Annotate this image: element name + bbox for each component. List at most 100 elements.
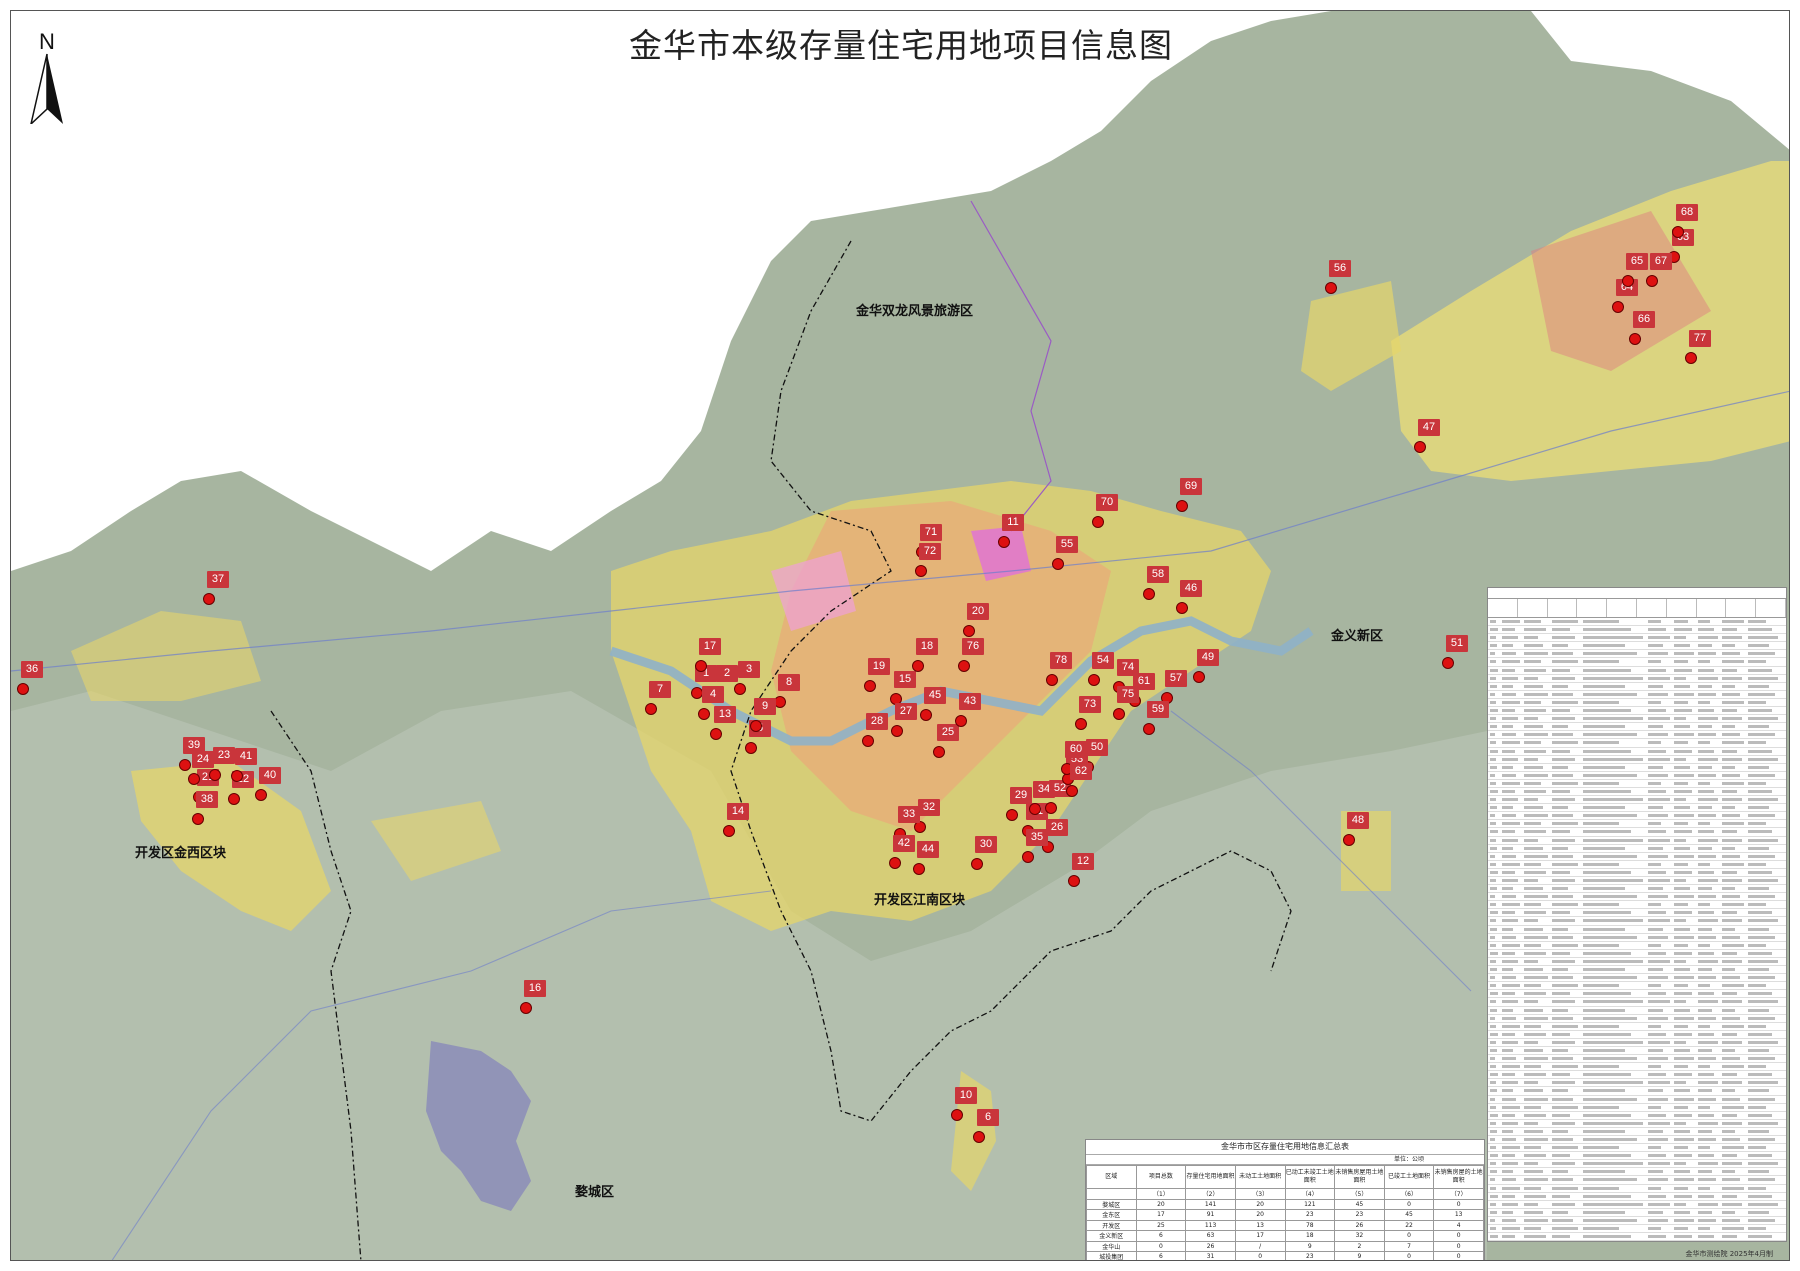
project-marker-label: 35: [1026, 829, 1048, 846]
location-pin-icon: [951, 1109, 963, 1121]
summary-header-cell: 未销售房屋的土地面积: [1433, 1165, 1484, 1189]
detail-row: [1488, 990, 1786, 999]
location-pin-icon: [1075, 718, 1087, 730]
district-label-jinxi: 开发区金西区块: [135, 846, 227, 861]
detail-row: [1488, 1112, 1786, 1120]
summary-cell: 6: [1135, 1230, 1187, 1242]
detail-row: [1488, 804, 1786, 813]
summary-cell: 17: [1234, 1230, 1286, 1242]
detail-row: [1488, 942, 1786, 950]
location-pin-icon: [1143, 723, 1155, 735]
detail-row: [1488, 1152, 1786, 1161]
project-marker-label: 29: [1010, 787, 1032, 804]
project-marker-label: 51: [1446, 635, 1468, 652]
detail-row: [1488, 1193, 1786, 1201]
summary-header-cell: 项目总数: [1135, 1165, 1187, 1189]
location-pin-icon: [228, 793, 240, 805]
project-marker-label: 71: [920, 524, 942, 541]
summary-cell: 20: [1234, 1198, 1286, 1210]
detail-row: [1488, 1168, 1786, 1177]
summary-code-cell: [1086, 1188, 1137, 1200]
project-marker-label: 75: [1117, 686, 1139, 703]
summary-cell: 45: [1383, 1209, 1435, 1221]
detail-row: [1488, 837, 1786, 845]
project-marker-label: 33: [898, 806, 920, 823]
detail-row: [1488, 1160, 1786, 1169]
summary-cell: 63: [1185, 1230, 1236, 1242]
detail-row: [1488, 1201, 1786, 1209]
project-marker-label: 40: [259, 767, 281, 784]
detail-row: [1488, 1225, 1786, 1234]
summary-cell: 婺城区: [1086, 1198, 1137, 1210]
detail-row: [1488, 699, 1786, 708]
summary-cell: 25: [1135, 1219, 1187, 1231]
detail-row: [1488, 869, 1786, 877]
detail-row: [1488, 707, 1786, 716]
summary-cell: 0: [1433, 1230, 1484, 1242]
location-pin-icon: [1113, 708, 1125, 720]
detail-table-title: [1488, 588, 1786, 598]
project-marker-label: 10: [955, 1087, 977, 1104]
location-pin-icon: [1143, 588, 1155, 600]
project-marker-label: 8: [778, 674, 800, 691]
summary-cell: 32: [1334, 1230, 1385, 1242]
location-pin-icon: [255, 789, 267, 801]
location-pin-icon: [1068, 875, 1080, 887]
summary-code-cell: （7）: [1433, 1188, 1484, 1200]
north-arrow-icon: [30, 53, 63, 124]
project-marker-label: 3: [738, 661, 760, 678]
summary-cell: 0: [1433, 1251, 1484, 1260]
location-pin-icon: [891, 725, 903, 737]
location-pin-icon: [1193, 671, 1205, 683]
detail-row: [1488, 1104, 1786, 1112]
district-label-jinyi: 金义新区: [1331, 629, 1384, 644]
detail-row: [1488, 756, 1786, 764]
summary-cell: 17: [1135, 1209, 1187, 1221]
project-marker-label: 46: [1180, 580, 1202, 597]
summary-header-cell: 已竣工土地面积: [1383, 1165, 1435, 1189]
summary-table: 金华市市区存量住宅用地信息汇总表 单位：公顷 区域 项目总数 存量住宅用地面积 未动工…: [1085, 1139, 1485, 1260]
detail-row: [1488, 715, 1786, 724]
project-marker-label: 70: [1096, 494, 1118, 511]
summary-cell: 0: [1383, 1198, 1435, 1210]
district-label-wucheng: 婺城区: [575, 1185, 615, 1200]
summary-cell: 金华山: [1086, 1240, 1137, 1252]
summary-title: 金华市市区存量住宅用地信息汇总表: [1086, 1140, 1484, 1155]
project-marker-label: 77: [1689, 330, 1711, 347]
detail-row: [1488, 812, 1786, 821]
project-marker-label: 23: [213, 747, 235, 764]
project-marker-label: 74: [1117, 659, 1139, 676]
project-marker-label: 65: [1626, 253, 1648, 270]
summary-cell: 0: [1433, 1240, 1484, 1252]
project-marker-label: 30: [975, 836, 997, 853]
summary-cell: 121: [1284, 1198, 1336, 1210]
location-pin-icon: [1176, 500, 1188, 512]
summary-code-cell: （6）: [1383, 1188, 1435, 1200]
project-marker-label: 7: [649, 681, 671, 698]
project-marker-label: 42: [893, 835, 915, 852]
location-pin-icon: [958, 660, 970, 672]
project-marker-label: 36: [21, 661, 43, 678]
detail-row: [1488, 691, 1786, 699]
location-pin-icon: [998, 536, 1010, 548]
summary-cell: 91: [1185, 1209, 1236, 1221]
detail-row: [1488, 1176, 1786, 1185]
summary-code-cell: （5）: [1334, 1188, 1385, 1200]
location-pin-icon: [710, 728, 722, 740]
summary-cell: 13: [1234, 1219, 1286, 1231]
detail-row: [1488, 1233, 1786, 1241]
summary-code-cell: （4）: [1284, 1188, 1336, 1200]
project-marker-label: 17: [699, 638, 721, 655]
detail-row: [1488, 877, 1786, 886]
detail-row: [1488, 1079, 1786, 1088]
location-pin-icon: [864, 680, 876, 692]
location-pin-icon: [1343, 834, 1355, 846]
project-marker-label: 45: [924, 687, 946, 704]
detail-row: [1488, 958, 1786, 967]
summary-cell: 金东区: [1086, 1209, 1137, 1221]
detail-row: [1488, 1023, 1786, 1031]
detail-row: [1488, 780, 1786, 788]
location-pin-icon: [915, 565, 927, 577]
location-pin-icon: [912, 660, 924, 672]
location-pin-icon: [188, 773, 200, 785]
